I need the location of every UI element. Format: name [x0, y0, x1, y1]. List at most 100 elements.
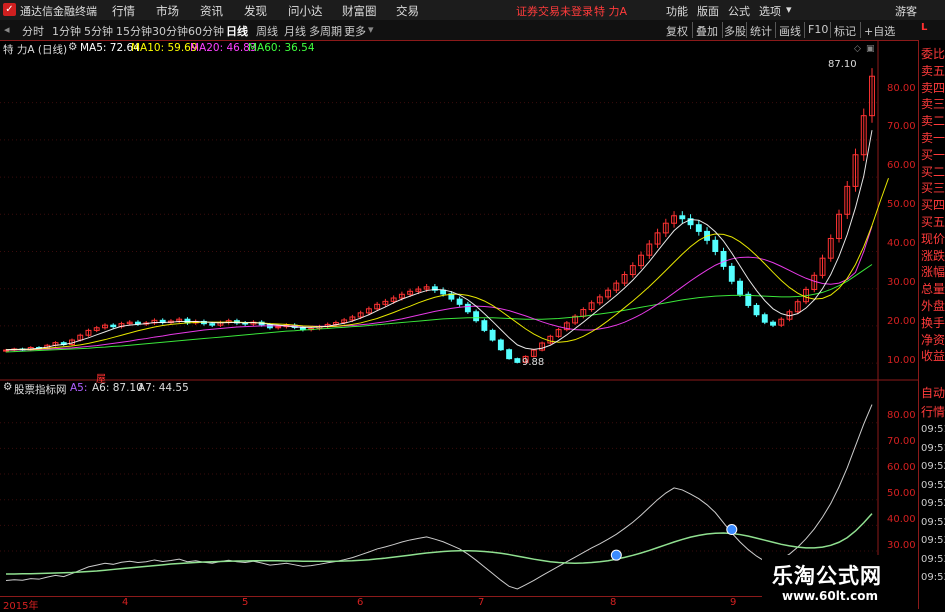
tab-60min[interactable]: 60分钟 [188, 23, 224, 39]
divider [860, 22, 861, 38]
axis-tick-label: 10.00 [887, 355, 916, 366]
window-icon[interactable]: ▣ [866, 44, 875, 54]
signal-marker [726, 524, 738, 536]
date-label: 8 [610, 597, 617, 608]
panel-mode-label[interactable]: 自动 [921, 386, 945, 400]
quote-field-label: 委比 [921, 47, 945, 61]
quote-field-label: 买二 [921, 164, 945, 179]
guest-user[interactable]: 游客 [895, 3, 917, 19]
btn-mark[interactable]: 标记 [834, 23, 856, 39]
quote-side-panel: L 委比 卖五 卖四 卖三 卖二 卖一 买一 买二 买三 买四 买五 现价 涨跌 涨幅 总量 外盘 换手 净资 收益… [918, 22, 945, 609]
quote-field-label: 卖三 [921, 97, 945, 112]
quote-field-label: 买一 [921, 147, 945, 162]
candle-body [481, 320, 488, 331]
date-label: 6 [357, 597, 364, 608]
watermark-url: www.60lt.com [782, 589, 879, 603]
candle-body [514, 358, 521, 363]
axis-tick-label: 30.00 [887, 540, 916, 551]
tab-weekly[interactable]: 周线 [256, 23, 278, 39]
quote-field-label: 换手 [921, 315, 945, 330]
tab-30min[interactable]: 30分钟 [152, 23, 188, 39]
menu-formula[interactable]: 公式 [728, 3, 750, 19]
menu-arrow-icon[interactable]: ▾ [786, 3, 792, 16]
candle-body [737, 280, 743, 295]
diamond-icon[interactable]: ◇ [854, 44, 861, 54]
menu-bar: ✓ 通达信金融终端 行情 市场 资讯 发现 问小达 财富圈 交易 证券交易未登录… [0, 0, 945, 21]
btn-stats[interactable]: 统计 [750, 23, 772, 39]
btn-adjust[interactable]: 复权 [666, 23, 688, 39]
quote-field-label: 收益 [921, 349, 945, 364]
panel-corner-label: L [921, 22, 928, 33]
axis-tick-label: 80.00 [887, 410, 916, 421]
quote-field-label: 买三 [921, 181, 945, 196]
menu-wealth[interactable]: 财富圈 [342, 3, 377, 19]
btn-overlay[interactable]: 叠加 [696, 23, 718, 39]
tab-more[interactable]: 更多 [344, 23, 366, 39]
divider [692, 22, 693, 38]
candle-body [489, 329, 496, 341]
btn-draw[interactable]: 画线 [779, 23, 801, 39]
tab-1min[interactable]: 1分钟 [52, 23, 81, 39]
current-stock-name: 特 力A [594, 5, 628, 18]
menu-options[interactable]: 选项 [759, 3, 781, 19]
tab-5min[interactable]: 5分钟 [84, 23, 113, 39]
indicator-name[interactable]: 股票指标网 [14, 382, 67, 397]
axis-tick-label: 20.00 [887, 316, 916, 327]
panel-mode-label[interactable]: 行情 [921, 405, 945, 419]
quote-field-label: 卖四 [921, 80, 945, 95]
a5-label: A5: [70, 382, 88, 394]
menu-trade[interactable]: 交易 [396, 3, 419, 19]
quote-field-label: 涨跌 [921, 248, 945, 263]
divider [722, 22, 723, 38]
more-arrow-icon[interactable]: ▾ [368, 23, 374, 36]
app-logo-icon: ✓ [3, 3, 16, 16]
menu-layout[interactable]: 版面 [697, 3, 719, 19]
quote-field-label: 总量 [921, 282, 945, 297]
candle-body [695, 224, 702, 232]
tab-daily[interactable]: 日线 [226, 23, 248, 39]
divider [775, 22, 776, 38]
menu-news[interactable]: 资讯 [200, 3, 223, 19]
tick-time: 09:53 [921, 572, 945, 583]
menu-discover[interactable]: 发现 [244, 3, 267, 19]
menu-quotes[interactable]: 行情 [112, 3, 135, 19]
tab-multi-period[interactable]: 多周期 [309, 23, 342, 39]
left-arrow-icon[interactable]: ◂ [4, 23, 10, 36]
btn-multi-stock[interactable]: 多股 [724, 23, 746, 39]
event-mark[interactable]: 屋 [96, 370, 106, 385]
tab-monthly[interactable]: 月线 [284, 23, 306, 39]
date-label: 9 [730, 597, 737, 608]
candle-body [712, 239, 719, 252]
menu-function[interactable]: 功能 [666, 3, 688, 19]
menu-xiaoda[interactable]: 问小达 [288, 3, 323, 19]
app-title: 通达信金融终端 [20, 5, 97, 18]
tick-time: 09:51 [921, 424, 945, 435]
quote-field-label: 涨幅 [921, 265, 945, 280]
candlestick-chart[interactable] [0, 40, 918, 596]
high-price-annotation: 87.10 [828, 59, 857, 70]
candle-body [110, 324, 117, 328]
quote-field-label: 外盘 [921, 299, 945, 313]
axis-tick-label: 70.00 [887, 436, 916, 447]
axis-tick-label: 60.00 [887, 160, 916, 171]
menu-market[interactable]: 市场 [156, 3, 179, 19]
date-label: 2015年 [3, 601, 39, 612]
candle-body [497, 339, 504, 351]
divider [746, 22, 747, 38]
btn-f10[interactable]: F10 [808, 23, 828, 36]
tick-time: 09:53 [921, 553, 945, 565]
low-price-annotation: 9.88 [522, 357, 545, 368]
candle-body [761, 314, 768, 323]
candle-body [720, 250, 727, 267]
quote-field-label: 净资 [921, 332, 945, 347]
candle-body [728, 265, 735, 282]
tab-15min[interactable]: 15分钟 [116, 23, 152, 39]
candle-body [679, 215, 686, 220]
tab-intraday[interactable]: 分时 [22, 23, 44, 39]
candle-body [753, 304, 760, 316]
axis-tick-label: 60.00 [887, 462, 916, 473]
btn-add-watchlist[interactable]: +自选 [864, 23, 895, 39]
quote-field-label: 买五 [921, 215, 945, 229]
watermark-title: 乐淘公式网 [772, 564, 882, 588]
indicator-settings-icon[interactable]: ⚙ [3, 381, 12, 393]
